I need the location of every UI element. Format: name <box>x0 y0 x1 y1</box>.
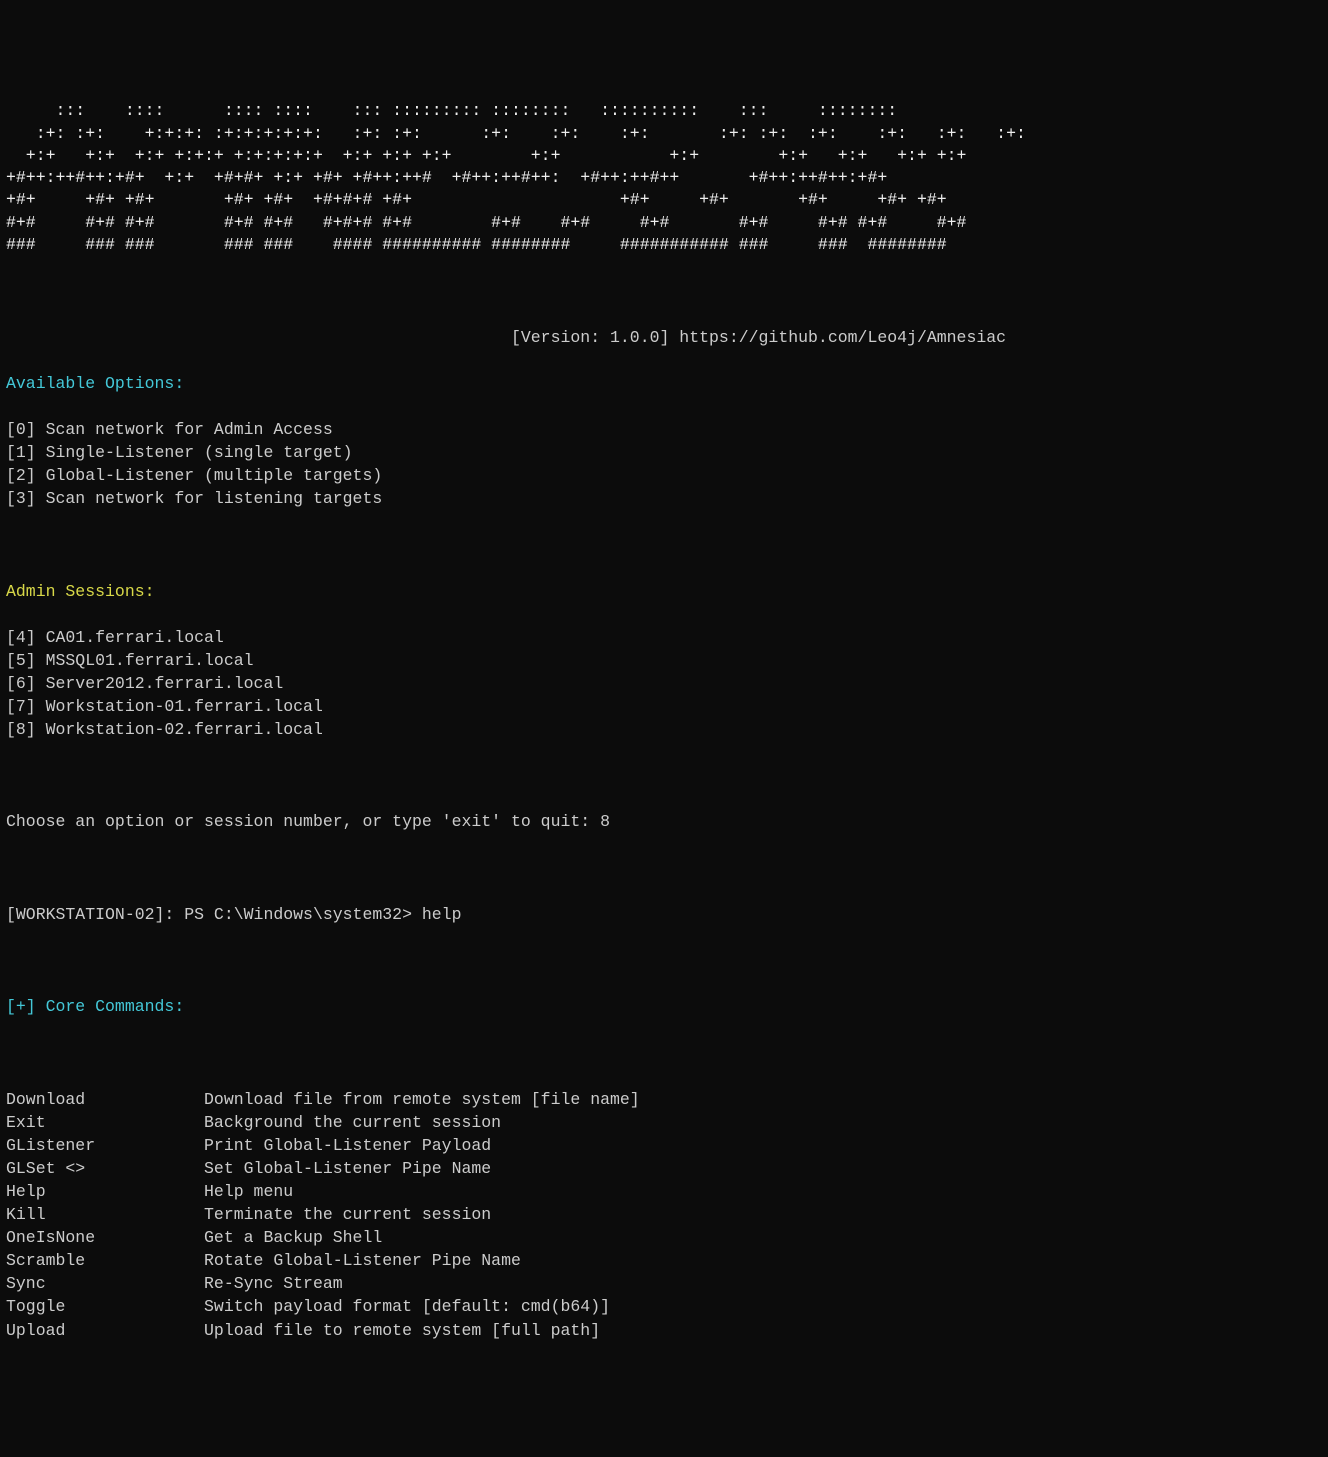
option-item-0[interactable]: [0] Scan network for Admin Access <box>6 418 1322 441</box>
options-list: [0] Scan network for Admin Access[1] Sin… <box>6 418 1322 510</box>
available-options-header: Available Options: <box>6 372 1322 395</box>
session-item-3[interactable]: [7] Workstation-01.ferrari.local <box>6 695 1322 718</box>
core-commands-header: [+] Core Commands: <box>6 995 1322 1018</box>
command-row-sync: Sync Re-Sync Stream <box>6 1272 1322 1295</box>
option-item-3[interactable]: [3] Scan network for listening targets <box>6 487 1322 510</box>
admin-sessions-header: Admin Sessions: <box>6 580 1322 603</box>
command-row-oneisnone: OneIsNone Get a Backup Shell <box>6 1226 1322 1249</box>
command-row-toggle: Toggle Switch payload format [default: c… <box>6 1295 1322 1318</box>
command-row-exit: Exit Background the current session <box>6 1111 1322 1134</box>
session-item-2[interactable]: [6] Server2012.ferrari.local <box>6 672 1322 695</box>
spacer <box>6 949 1322 972</box>
session-item-0[interactable]: [4] CA01.ferrari.local <box>6 626 1322 649</box>
option-item-2[interactable]: [2] Global-Listener (multiple targets) <box>6 464 1322 487</box>
spacer <box>6 533 1322 556</box>
command-row-help: Help Help menu <box>6 1180 1322 1203</box>
command-row-glset-: GLSet <> Set Global-Listener Pipe Name <box>6 1157 1322 1180</box>
command-row-upload: Upload Upload file to remote system [ful… <box>6 1319 1322 1342</box>
option-item-1[interactable]: [1] Single-Listener (single target) <box>6 441 1322 464</box>
command-row-scramble: Scramble Rotate Global-Listener Pipe Nam… <box>6 1249 1322 1272</box>
commands-table: Download Download file from remote syste… <box>6 1088 1322 1342</box>
spacer <box>6 1041 1322 1064</box>
version-line: [Version: 1.0.0] https://github.com/Leo4… <box>6 326 1322 349</box>
session-item-1[interactable]: [5] MSSQL01.ferrari.local <box>6 649 1322 672</box>
choose-prompt[interactable]: Choose an option or session number, or t… <box>6 810 1322 833</box>
command-row-kill: Kill Terminate the current session <box>6 1203 1322 1226</box>
spacer <box>6 857 1322 880</box>
sessions-list: [4] CA01.ferrari.local[5] MSSQL01.ferrar… <box>6 626 1322 741</box>
command-row-glistener: GListener Print Global-Listener Payload <box>6 1134 1322 1157</box>
ascii-banner: ::: :::: :::: :::: ::: ::::::::: :::::::… <box>6 100 1322 256</box>
shell-prompt[interactable]: [WORKSTATION-02]: PS C:\Windows\system32… <box>6 903 1322 926</box>
session-item-4[interactable]: [8] Workstation-02.ferrari.local <box>6 718 1322 741</box>
spacer <box>6 764 1322 787</box>
spacer <box>6 279 1322 302</box>
command-row-download: Download Download file from remote syste… <box>6 1088 1322 1111</box>
